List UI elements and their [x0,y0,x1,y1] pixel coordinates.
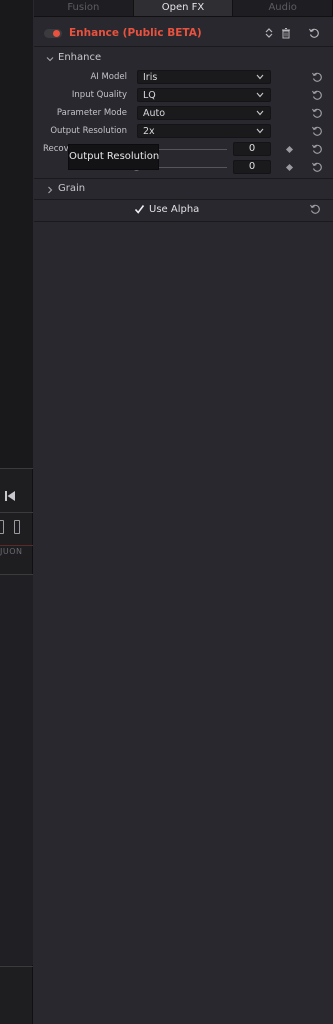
viewer-area [0,0,33,468]
chevron-down-icon [256,128,264,134]
section-grain[interactable]: Grain [34,181,333,201]
ai-model-dropdown[interactable]: Iris [137,70,271,84]
chevron-right-icon [48,186,53,194]
tab-open-fx[interactable]: Open FX [133,0,234,16]
keyframe-diamond-icon[interactable] [285,163,294,172]
section-label: Enhance [58,52,102,63]
chevron-down-icon [46,57,54,62]
divider [34,178,333,179]
divider [0,468,33,469]
parameter-mode-dropdown[interactable]: Auto [137,106,271,120]
param-output-resolution: Output Resolution 2x [34,124,333,140]
chevron-down-icon [256,92,264,98]
chevron-down-icon [256,74,264,80]
tab-fusion[interactable]: Fusion [34,0,134,16]
tooltip: Output Resolution [68,144,159,170]
inspector-tabs: Fusion Open FX Audio [34,0,333,17]
use-alpha-label: Use Alpha [149,204,200,215]
left-panel-strip: JUON [0,0,33,1024]
track-toggle-icon[interactable] [14,520,20,534]
input-quality-dropdown[interactable]: LQ [137,88,271,102]
divider [34,199,333,200]
recover-detail-input[interactable]: 0 [233,142,271,156]
param-label: AI Model [90,72,127,82]
dropdown-value: Auto [143,108,166,119]
output-resolution-dropdown[interactable]: 2x [137,124,271,138]
section-label: Grain [58,183,86,194]
reset-icon[interactable] [309,203,321,215]
param-label: Parameter Mode [56,108,127,118]
track-area [0,575,33,965]
strip-label: JUON [0,547,23,556]
skip-to-start-icon[interactable] [4,490,16,502]
tab-audio[interactable]: Audio [233,0,333,16]
reset-icon[interactable] [311,161,323,173]
param-label: Input Quality [71,90,127,100]
param-label: Output Resolution [50,126,127,136]
param-ai-model: AI Model Iris [34,70,333,86]
divider [0,966,33,967]
param-parameter-mode: Parameter Mode Auto [34,106,333,122]
reset-icon[interactable] [311,143,323,155]
reset-icon[interactable] [311,107,323,119]
dropdown-value: LQ [143,90,156,101]
divider [0,512,33,513]
dropdown-value: Iris [143,72,158,83]
reset-icon[interactable] [311,71,323,83]
chevron-down-icon [256,110,264,116]
effect-enable-toggle[interactable] [44,29,62,38]
trash-icon[interactable] [280,27,292,39]
reorder-icon[interactable] [263,27,275,39]
toggle-dot [53,30,60,37]
effect-title: Enhance (Public BETA) [69,27,202,39]
reset-icon[interactable] [308,27,320,39]
reset-icon[interactable] [311,89,323,101]
reset-icon[interactable] [311,125,323,137]
divider [34,221,333,222]
keyframe-diamond-icon[interactable] [285,145,294,154]
add-noise-input[interactable]: 0 [233,160,271,174]
track-toggle-icon[interactable] [0,520,4,534]
dropdown-value: 2x [143,126,155,137]
param-input-quality: Input Quality LQ [34,88,333,104]
section-enhance[interactable]: Enhance [34,50,333,70]
playhead-line [0,545,33,546]
effect-header: Enhance (Public BETA) [34,20,333,47]
use-alpha-checkbox[interactable] [134,204,145,215]
